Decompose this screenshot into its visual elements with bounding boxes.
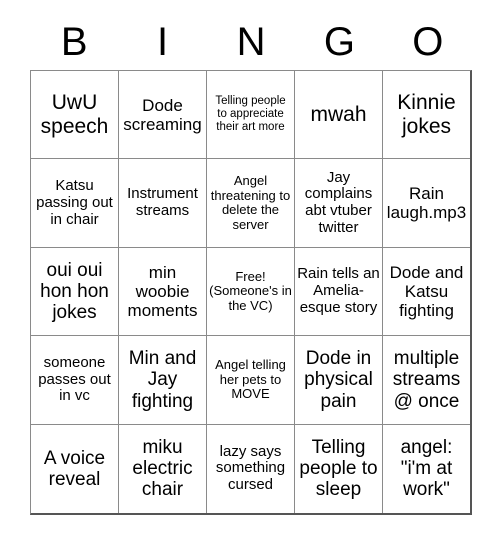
bingo-cell[interactable]: miku electric chair [119,424,207,514]
bingo-cell[interactable]: Dode in physical pain [295,336,383,425]
bingo-cell[interactable]: Dode and Katsu fighting [383,247,470,337]
bingo-grid: UwU speech Dode screaming Telling people… [30,70,472,515]
bingo-cell-free-space[interactable]: Free! (Someone's in the VC) [207,247,295,337]
bingo-cell-label: UwU speech [40,91,109,138]
bingo-cell-label: Dode in physical pain [304,348,373,412]
bingo-cell-label: A voice reveal [43,447,106,490]
bingo-cell[interactable]: A voice reveal [31,424,119,514]
bingo-cell-label: multiple streams @ once [392,348,461,412]
bingo-cell-label: Dode and Katsu fighting [389,262,464,321]
bingo-card: B I N G O UwU speech Dode screaming Tell… [0,0,500,544]
bingo-cell-label: oui oui hon hon jokes [40,259,109,324]
bingo-cell-label: miku electric chair [132,436,193,501]
bingo-cell[interactable]: UwU speech [31,71,119,160]
bingo-cell-label: Free! (Someone's in the VC) [209,268,292,313]
bingo-cell[interactable]: min woobie moments [119,247,207,337]
bingo-header-letter-i: I [157,20,169,64]
bingo-cell[interactable]: Dode screaming [119,71,207,160]
bingo-cell-label: Dode screaming [123,95,202,134]
bingo-header-row: B I N G O [30,14,472,70]
bingo-row: someone passes out in vc Min and Jay fig… [31,336,470,425]
bingo-cell-label: someone passes out in vc [38,353,111,405]
bingo-cell[interactable]: mwah [295,71,383,160]
bingo-cell-label: Jay complains abt vtuber twitter [304,168,373,236]
bingo-header-letter-o: O [412,20,444,64]
bingo-cell-label: Telling people to sleep [299,436,378,501]
bingo-cell[interactable]: Telling people to appreciate their art m… [207,71,295,160]
bingo-cell-label: Min and Jay fighting [128,348,197,412]
bingo-cell[interactable]: someone passes out in vc [31,336,119,425]
bingo-row: A voice reveal miku electric chair lazy … [31,424,470,514]
bingo-cell-label: Rain laugh.mp3 [386,184,467,223]
bingo-cell-label: min woobie moments [127,262,198,321]
bingo-cell[interactable]: Kinnie jokes [383,71,470,160]
bingo-cell-label: Instrument streams [127,185,198,220]
bingo-cell[interactable]: Angel telling her pets to MOVE [207,336,295,425]
bingo-cell[interactable]: lazy says something cursed [207,424,295,514]
bingo-row: Katsu passing out in chair Instrument st… [31,159,470,248]
bingo-cell[interactable]: oui oui hon hon jokes [31,247,119,337]
bingo-cell-label: Angel threatening to delete the server [210,173,291,232]
bingo-cell[interactable]: Angel threatening to delete the server [207,159,295,248]
bingo-row: UwU speech Dode screaming Telling people… [31,71,470,160]
bingo-header-letter-g: G [323,20,355,64]
bingo-cell[interactable]: Telling people to sleep [295,424,383,514]
bingo-cell-label: mwah [310,102,367,126]
bingo-header-letter-b: B [60,20,88,64]
bingo-header-letter-n: N [236,20,266,64]
bingo-cell-label: Katsu passing out in chair [36,176,113,228]
bingo-cell[interactable]: angel: "i'm at work" [383,424,470,514]
bingo-cell-label: Angel telling her pets to MOVE [215,357,286,402]
bingo-cell[interactable]: Rain tells an Amelia-esque story [295,247,383,337]
bingo-cell-label: Telling people to appreciate their art m… [215,95,286,134]
bingo-cell[interactable]: multiple streams @ once [383,336,470,425]
bingo-cell-label: Rain tells an Amelia-esque story [297,265,380,316]
bingo-cell[interactable]: Instrument streams [119,159,207,248]
bingo-cell[interactable]: Min and Jay fighting [119,336,207,425]
bingo-cell[interactable]: Jay complains abt vtuber twitter [295,159,383,248]
bingo-cell[interactable]: Katsu passing out in chair [31,159,119,248]
bingo-cell-label: Kinnie jokes [397,91,456,138]
bingo-cell-label: angel: "i'm at work" [400,436,453,501]
bingo-row: oui oui hon hon jokes min woobie moments… [31,247,470,337]
bingo-cell-label: lazy says something cursed [215,442,286,494]
bingo-cell[interactable]: Rain laugh.mp3 [383,159,470,248]
